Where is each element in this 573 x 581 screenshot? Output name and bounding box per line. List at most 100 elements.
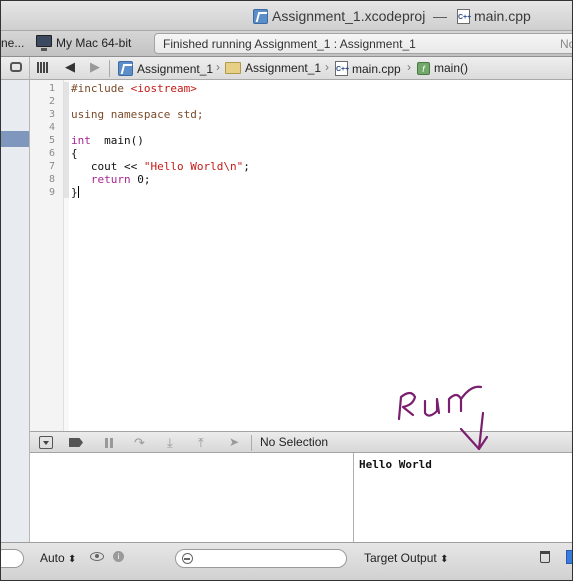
code-text[interactable]: { (71, 147, 78, 160)
navigator-area[interactable] (1, 80, 30, 542)
code-text[interactable]: #include <iostream> (71, 82, 197, 95)
activity-status: Finished running Assignment_1 : Assignme… (163, 37, 416, 51)
code-token: cout << (71, 160, 144, 173)
line-number: 9 (48, 187, 55, 198)
line-number: 5 (48, 135, 55, 146)
crumb-group[interactable]: Assignment_1 (225, 61, 321, 75)
xcode-project-icon (118, 61, 133, 76)
trash-icon[interactable] (540, 551, 550, 563)
console-output-popup[interactable]: Target Output ⬍ (364, 551, 448, 565)
speech-bubble-icon (10, 62, 22, 72)
code-text[interactable]: int main() (71, 134, 144, 147)
navigator-filter-field[interactable] (1, 549, 24, 568)
scheme-popup[interactable]: ne... (1, 36, 24, 50)
title-bar: Assignment_1.xcodeproj — C++ main.cpp (1, 1, 572, 31)
hide-debug-area-button[interactable] (39, 436, 53, 449)
info-icon[interactable]: i (113, 551, 124, 562)
console-layout-toggle[interactable] (566, 550, 572, 564)
code-token: } (71, 186, 78, 199)
activity-viewer: Finished running Assignment_1 : Assignme… (154, 33, 572, 54)
crumb-label: main.cpp (352, 61, 401, 76)
code-text[interactable]: return 0; (71, 173, 151, 186)
jumpbar-divider (109, 60, 110, 77)
text-caret (77, 186, 79, 198)
popup-arrows-icon: ⬍ (68, 554, 77, 565)
variables-search-field[interactable] (175, 549, 347, 568)
auto-label: Auto (40, 551, 65, 565)
code-token: "Hello World\n" (143, 160, 244, 173)
line-number: 6 (48, 148, 55, 159)
crumb-label: Assignment_1 (245, 61, 322, 75)
code-text[interactable]: } (71, 186, 79, 199)
title-separator: — (433, 8, 447, 24)
back-button[interactable]: ◀ (65, 59, 75, 75)
target-output-label: Target Output (364, 551, 437, 565)
activity-issues[interactable]: No (560, 37, 572, 51)
line-number: 1 (48, 83, 55, 94)
handwritten-annotation (397, 385, 489, 451)
code-token: using namespace std; (71, 108, 204, 121)
mac-icon (36, 35, 52, 51)
step-into-icon[interactable]: ⤓ (167, 436, 181, 449)
crumb-separator: › (407, 60, 411, 74)
destination-popup[interactable]: My Mac 64-bit (56, 36, 131, 50)
debug-selection-label: No Selection (260, 435, 329, 449)
code-text[interactable]: using namespace std; (71, 108, 203, 121)
line-number: 8 (48, 174, 55, 185)
console-view[interactable]: Hello World (354, 453, 572, 542)
annotation-letter-r (397, 391, 417, 421)
related-items-icon[interactable] (37, 62, 48, 73)
line-number: 3 (48, 109, 55, 120)
cpp-file-icon: C++ (335, 61, 349, 76)
filter-icon (182, 553, 193, 564)
breakpoints-toggle-icon[interactable] (69, 438, 83, 447)
debug-bar-divider (251, 435, 252, 451)
quick-look-eye-icon[interactable] (90, 552, 104, 561)
navigator-selected-row[interactable] (1, 131, 29, 147)
code-token: int (71, 134, 91, 147)
debug-bottom-bar: Auto ⬍ i Target Output ⬍ (1, 542, 572, 580)
annotation-letter-u (423, 397, 441, 417)
code-folding-scope (64, 82, 69, 198)
window-title-file: C++ main.cpp (457, 8, 531, 24)
code-text[interactable]: cout << "Hello World\n"; (71, 160, 250, 173)
forward-button[interactable]: ▶ (90, 59, 100, 75)
annotation-flourish (459, 385, 483, 401)
file-title: main.cpp (474, 8, 531, 24)
window-title-project: Assignment_1.xcodeproj (253, 8, 425, 24)
project-title: Assignment_1.xcodeproj (272, 8, 426, 24)
code-token: { (71, 147, 78, 160)
annotation-letter-n (447, 393, 463, 414)
crumb-project[interactable]: Assignment_1 (118, 61, 213, 76)
xcode-window: Assignment_1.xcodeproj — C++ main.cpp ne… (0, 0, 573, 581)
variables-view[interactable] (30, 453, 354, 542)
folder-icon (225, 62, 241, 74)
crumb-file[interactable]: C++ main.cpp (335, 61, 401, 76)
crumb-label: Assignment_1 (137, 61, 214, 76)
pause-icon[interactable] (105, 438, 113, 448)
code-token: #include (71, 82, 131, 95)
variables-scope-popup[interactable]: Auto ⬍ (40, 551, 76, 565)
line-number: 4 (48, 122, 55, 133)
code-token: return (90, 173, 131, 186)
code-token: main() (90, 134, 144, 147)
step-out-icon[interactable]: ⤒ (198, 436, 212, 449)
crumb-label: main() (434, 61, 469, 75)
toolbar: ne... My Mac 64-bit Finished running Ass… (1, 31, 572, 57)
line-number: 7 (48, 161, 55, 172)
cpp-file-icon: C++ (457, 8, 471, 24)
navigator-toggle[interactable] (1, 57, 30, 80)
xcode-project-icon (253, 8, 268, 24)
simulate-location-icon[interactable]: ➤ (229, 436, 243, 449)
line-number: 2 (48, 96, 55, 107)
code-token: 0; (130, 173, 151, 186)
step-over-icon[interactable]: ↷ (134, 436, 148, 449)
code-token: <iostream> (130, 82, 197, 95)
crumb-separator: › (325, 60, 329, 74)
code-token: ; (243, 160, 250, 173)
crumb-function[interactable]: f main() (417, 61, 468, 75)
crumb-separator: › (216, 60, 220, 74)
function-icon: f (417, 61, 430, 75)
popup-arrows-icon: ⬍ (440, 554, 449, 565)
